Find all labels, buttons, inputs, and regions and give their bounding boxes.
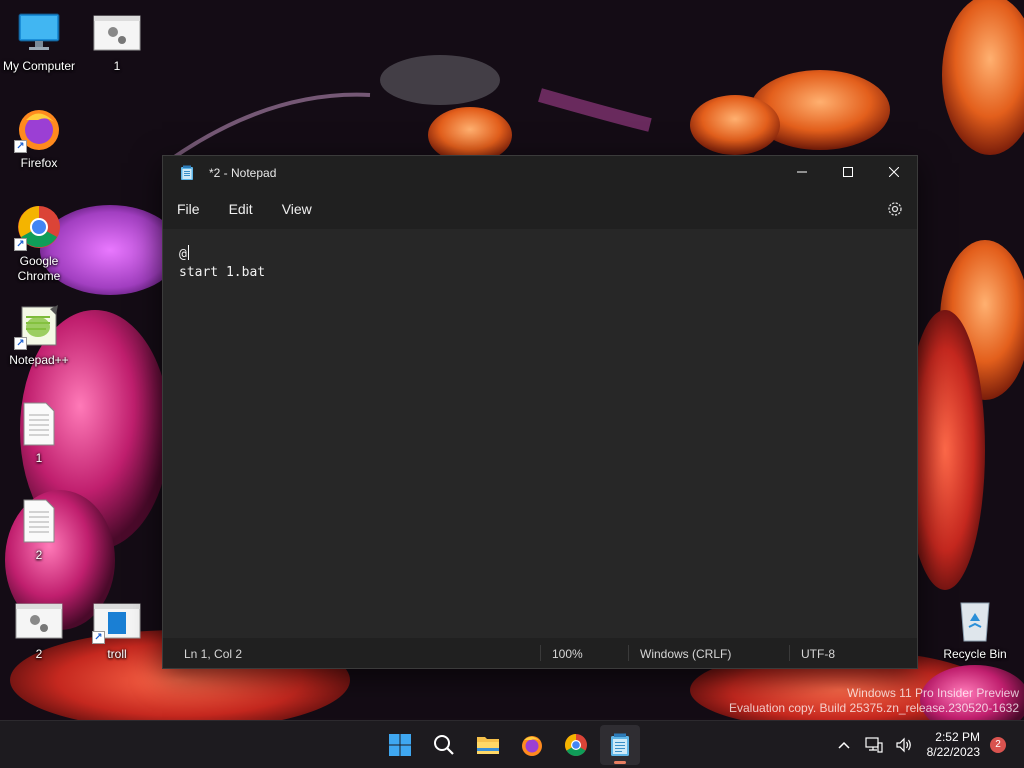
desktop-icon-2-text[interactable]: 2 [0, 497, 78, 563]
search-icon [434, 735, 454, 755]
desktop-icon-label: 2 [35, 647, 43, 661]
desktop-icon-notepad-plus-plus[interactable]: ↗ Notepad++ [0, 302, 78, 368]
watermark-build: Evaluation copy. Build 25375.zn_release.… [729, 701, 1019, 715]
text-editor[interactable]: @ start 1.bat [163, 229, 917, 638]
desktop-icon-recycle-bin[interactable]: Recycle Bin [936, 596, 1014, 662]
windows-watermark: Windows 11 Pro Insider Preview Evaluatio… [729, 686, 1019, 716]
desktop-icon-label: 1 [35, 451, 43, 465]
recycle-bin-icon [950, 596, 1000, 644]
start-icon [389, 734, 411, 756]
encoding: UTF-8 [801, 647, 835, 661]
desktop-icon-1-settings[interactable]: 1 [78, 8, 156, 74]
taskbar-firefox[interactable] [512, 725, 552, 765]
chrome-icon [565, 734, 587, 756]
zoom-level: 100% [552, 647, 583, 661]
notepad-icon [611, 733, 629, 756]
desktop-icon-1-text[interactable]: 1 [0, 400, 78, 466]
desktop-icon-firefox[interactable]: ↗ Firefox [0, 105, 78, 171]
text-file-icon [14, 497, 64, 545]
desktop-icon-label: Recycle Bin [943, 647, 1007, 661]
status-divider [628, 645, 629, 661]
notepad-plus-plus-icon: ↗ [14, 302, 64, 350]
editor-line-2: start 1.bat [179, 265, 266, 280]
network-icon[interactable] [861, 732, 887, 758]
menu-bar: File Edit View [163, 189, 917, 229]
desktop-icon-2-settings[interactable]: 2 [0, 596, 78, 662]
menu-edit[interactable]: Edit [221, 193, 261, 225]
taskbar-file-explorer[interactable] [468, 725, 508, 765]
clock-date: 8/22/2023 [926, 745, 980, 759]
desktop-icon-label: 1 [113, 59, 121, 73]
cursor-position: Ln 1, Col 2 [184, 647, 243, 661]
minimize-button[interactable] [779, 156, 825, 188]
editor-line-1: @ [179, 245, 189, 262]
shortcut-arrow-icon: ↗ [92, 631, 105, 644]
taskbar: 2:52 PM 8/22/2023 2 [0, 720, 1024, 768]
status-divider [540, 645, 541, 661]
volume-icon[interactable] [891, 732, 917, 758]
monitor-icon [14, 8, 64, 56]
desktop-icon-label: My Computer [2, 59, 76, 73]
settings-file-icon [92, 8, 142, 56]
desktop-icon-label: Google Chrome [17, 254, 61, 283]
firefox-icon: ↗ [14, 105, 64, 153]
chrome-icon: ↗ [14, 203, 64, 251]
desktop-icon-label: troll [107, 647, 127, 661]
shortcut-arrow-icon: ↗ [14, 337, 27, 350]
notification-badge[interactable]: 2 [990, 737, 1006, 753]
notepad-window[interactable]: *2 - Notepad File Edit View @ start 1.bat… [162, 155, 918, 669]
clock-time: 2:52 PM [935, 730, 980, 744]
taskbar-chrome[interactable] [556, 725, 596, 765]
text-caret [187, 245, 189, 260]
taskbar-notepad[interactable] [600, 725, 640, 765]
menu-file[interactable]: File [169, 193, 208, 225]
desktop-icon-label: Firefox [20, 156, 58, 170]
menu-view[interactable]: View [274, 193, 320, 225]
window-title: *2 - Notepad [209, 165, 277, 180]
desktop-icon-label: Notepad++ [9, 353, 69, 367]
system-tray: 2:52 PM 8/22/2023 2 [831, 721, 1024, 768]
document-icon: ↗ [92, 596, 142, 644]
shortcut-arrow-icon: ↗ [14, 140, 27, 153]
file-explorer-icon [477, 737, 499, 754]
search-button[interactable] [424, 725, 464, 765]
line-ending: Windows (CRLF) [640, 647, 732, 661]
chevron-up-icon[interactable] [831, 732, 857, 758]
desktop-icon-google-chrome[interactable]: ↗ Google Chrome [0, 203, 78, 284]
gear-icon[interactable] [885, 199, 905, 219]
title-bar[interactable]: *2 - Notepad [163, 156, 917, 189]
firefox-icon [522, 736, 542, 756]
status-bar: Ln 1, Col 2 100% Windows (CRLF) UTF-8 [163, 638, 917, 668]
desktop-icon-my-computer[interactable]: My Computer [0, 8, 78, 74]
status-divider [789, 645, 790, 661]
desktop-icon-label: 2 [35, 548, 43, 562]
close-button[interactable] [871, 156, 917, 188]
active-app-indicator [614, 761, 626, 764]
shortcut-arrow-icon: ↗ [14, 238, 27, 251]
watermark-edition: Windows 11 Pro Insider Preview [847, 686, 1019, 700]
maximize-button[interactable] [825, 156, 871, 188]
settings-file-icon [14, 596, 64, 644]
clock[interactable]: 2:52 PM 8/22/2023 [927, 730, 980, 760]
start-button[interactable] [380, 725, 420, 765]
text-file-icon [14, 400, 64, 448]
desktop-icon-troll[interactable]: ↗ troll [78, 596, 156, 662]
notepad-icon [181, 165, 193, 180]
